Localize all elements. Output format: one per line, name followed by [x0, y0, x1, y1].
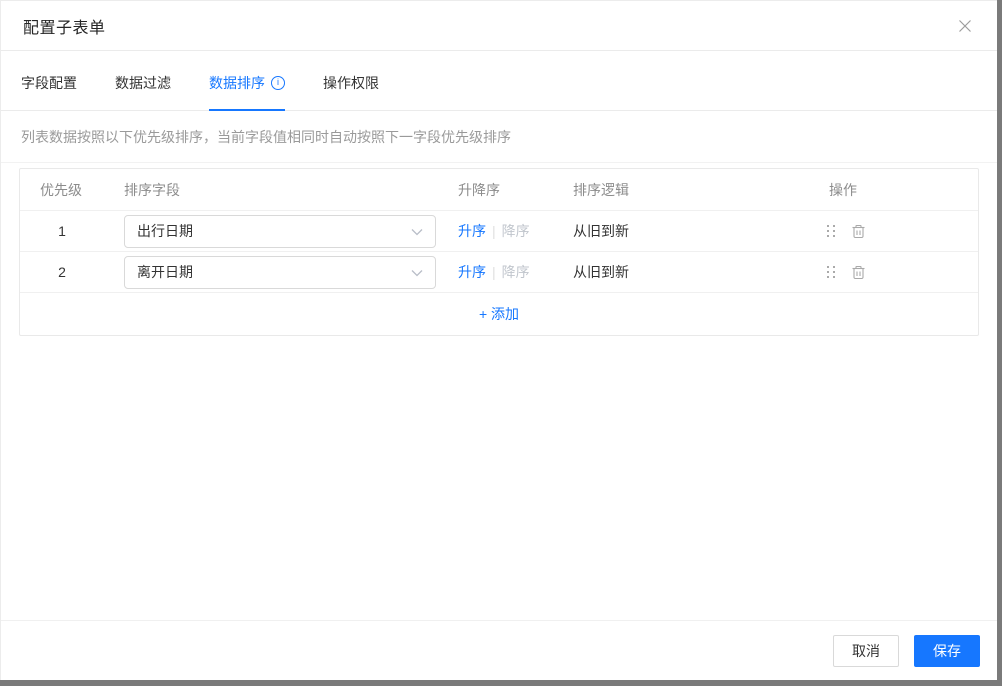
- dialog-footer: 取消 保存: [1, 620, 997, 680]
- field-select-value: 离开日期: [137, 264, 193, 280]
- field-select[interactable]: 离开日期: [124, 255, 436, 289]
- sort-priority-table: 优先级 排序字段 升降序 排序逻辑 操作 1 出行日期 升序 | 降序 从旧到新…: [19, 168, 979, 336]
- dialog-title: 配置子表单: [23, 19, 106, 37]
- tab-bar: 字段配置 数据过滤 数据排序 i 操作权限: [1, 51, 997, 111]
- descending-link[interactable]: 降序: [502, 221, 530, 241]
- header-actions: 操作: [829, 181, 857, 198]
- cancel-button[interactable]: 取消: [833, 634, 899, 667]
- tab-label: 数据排序: [209, 74, 265, 91]
- drag-handle-icon[interactable]: [827, 265, 836, 279]
- info-circle-icon[interactable]: i: [271, 75, 285, 90]
- field-select[interactable]: 出行日期: [124, 214, 436, 248]
- tab-action-permission[interactable]: 操作权限: [323, 51, 379, 110]
- sort-logic-value: 从旧到新: [573, 264, 629, 280]
- tab-label: 字段配置: [21, 74, 77, 91]
- table-header-row: 优先级 排序字段 升降序 排序逻辑 操作: [20, 169, 978, 211]
- order-divider: |: [492, 264, 496, 280]
- header-sort-logic: 排序逻辑: [573, 181, 629, 198]
- tab-field-config[interactable]: 字段配置: [21, 51, 77, 110]
- header-priority: 优先级: [40, 181, 82, 198]
- priority-value: 1: [58, 223, 66, 239]
- descending-link[interactable]: 降序: [502, 262, 530, 282]
- configure-subform-dialog: 配置子表单 字段配置 数据过滤 数据排序 i 操作权限 列表数据按照以下优先级排: [0, 0, 997, 680]
- close-icon[interactable]: [957, 18, 973, 34]
- order-divider: |: [492, 223, 496, 239]
- chevron-down-icon: [411, 264, 423, 280]
- dialog-header: 配置子表单: [1, 1, 997, 51]
- tab-data-sort[interactable]: 数据排序 i: [209, 51, 285, 111]
- table-row: 1 出行日期 升序 | 降序 从旧到新: [20, 211, 978, 252]
- trash-icon[interactable]: [851, 265, 866, 280]
- tab-data-filter[interactable]: 数据过滤: [115, 51, 171, 110]
- ascending-link[interactable]: 升序: [458, 221, 486, 241]
- chevron-down-icon: [411, 223, 423, 239]
- header-order: 升降序: [458, 181, 500, 198]
- add-sort-rule-button[interactable]: + 添加: [20, 293, 978, 335]
- drag-handle-icon[interactable]: [827, 224, 836, 238]
- ascending-link[interactable]: 升序: [458, 262, 486, 282]
- priority-value: 2: [58, 264, 66, 280]
- tab-label: 数据过滤: [115, 74, 171, 91]
- tab-label: 操作权限: [323, 74, 379, 91]
- header-sort-field: 排序字段: [124, 181, 180, 198]
- table-row: 2 离开日期 升序 | 降序 从旧到新: [20, 252, 978, 293]
- dialog-window: 配置子表单 字段配置 数据过滤 数据排序 i 操作权限 列表数据按照以下优先级排: [0, 0, 1002, 686]
- sort-logic-value: 从旧到新: [573, 223, 629, 239]
- sort-description: 列表数据按照以下优先级排序，当前字段值相同时自动按照下一字段优先级排序: [1, 111, 997, 163]
- trash-icon[interactable]: [851, 224, 866, 239]
- field-select-value: 出行日期: [137, 223, 193, 239]
- save-button[interactable]: 保存: [914, 634, 980, 667]
